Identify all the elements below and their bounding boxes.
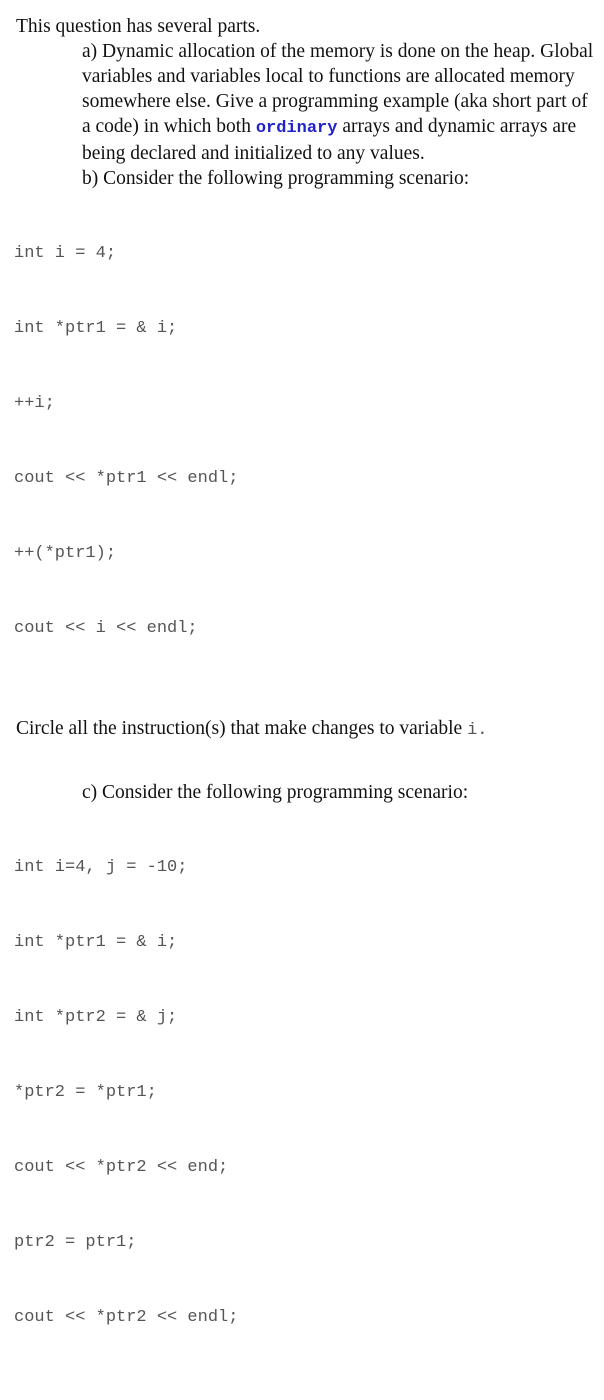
document-page: This question has several parts. a) Dyna…: [0, 0, 604, 1327]
part-b-question-variable: i.: [467, 721, 488, 740]
code-line: ++(*ptr1);: [14, 544, 117, 563]
code-line: int *ptr1 = & i;: [14, 319, 178, 338]
code-line: cout << *ptr2 << end;: [14, 1158, 229, 1177]
code-line: int i=4, j = -10;: [14, 858, 188, 877]
code-line: cout << i << endl;: [14, 619, 198, 638]
code-line: *ptr2 = *ptr1;: [14, 1083, 157, 1102]
code-line: cout << *ptr2 << endl;: [14, 1308, 239, 1327]
code-line: int *ptr1 = & i;: [14, 933, 178, 952]
part-a-paragraph: a) Dynamic allocation of the memory is d…: [0, 39, 604, 166]
code-line: int *ptr2 = & j;: [14, 1008, 178, 1027]
part-c-heading: c) Consider the following programming sc…: [82, 782, 469, 803]
code-line: cout << *ptr1 << endl;: [14, 469, 239, 488]
code-line: ++i;: [14, 394, 55, 413]
part-b-heading: b) Consider the following programming sc…: [82, 168, 470, 189]
code-line: int i = 4;: [14, 244, 117, 263]
ordinary-keyword: ordinary: [255, 119, 338, 138]
part-c-code-block: int i=4, j = -10; int *ptr1 = & i; int *…: [0, 805, 604, 1380]
part-b-code-block: int i = 4; int *ptr1 = & i; ++i; cout <<…: [0, 191, 604, 691]
part-b-question: Circle all the instruction(s) that make …: [0, 716, 604, 743]
part-b-question-text: Circle all the instruction(s) that make …: [16, 718, 468, 739]
intro-line: This question has several parts.: [16, 16, 261, 37]
code-line: ptr2 = ptr1;: [14, 1233, 137, 1252]
